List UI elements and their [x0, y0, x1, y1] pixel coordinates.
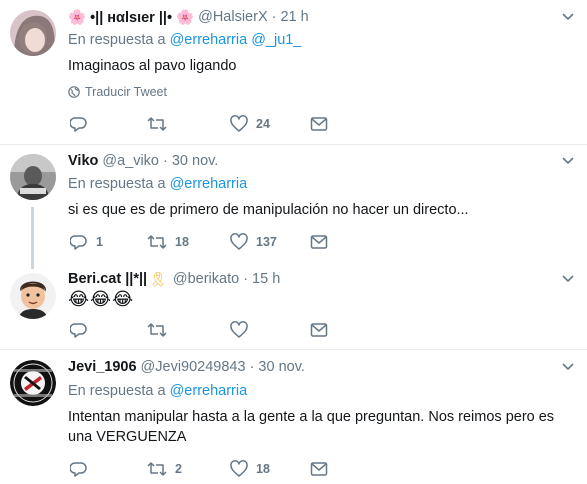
like-count: 24 [256, 117, 270, 131]
display-name[interactable]: 🌸 •|| нαlѕιer ||• 🌸 [68, 9, 194, 26]
reply-user-link[interactable]: @_ju1_ [251, 32, 301, 48]
retweet-button[interactable]: 18 [147, 232, 189, 252]
reply-context: En respuesta a @erreharria @_ju1_ [68, 32, 301, 48]
reply-button[interactable] [70, 320, 96, 340]
like-button[interactable] [230, 320, 256, 340]
translate-tweet-link[interactable]: Traducir Tweet [68, 85, 167, 99]
tweet-1[interactable]: 🌸 •|| нαlѕιer ||• 🌸 @HalsierX · 21 h En … [0, 0, 587, 144]
retweet-icon [147, 117, 167, 131]
user-handle[interactable]: @a_viko [102, 153, 159, 169]
retweet-icon [147, 323, 167, 337]
reply-button[interactable] [70, 459, 96, 479]
reply-icon [70, 117, 87, 132]
reply-count: 1 [96, 235, 103, 249]
tweet-text: Intentan manipular hasta a la gente a la… [68, 409, 555, 445]
like-button[interactable]: 18 [230, 459, 270, 479]
separator-dot: · [163, 153, 168, 169]
reply-button[interactable]: 1 [70, 232, 103, 252]
retweet-count: 2 [175, 462, 182, 476]
tweet-text: Imaginaos al pavo ligando [68, 58, 237, 74]
chevron-down-icon[interactable] [561, 274, 575, 284]
display-name[interactable]: Viko [68, 153, 98, 169]
reply-user-link[interactable]: @erreharria [170, 383, 248, 399]
tweet-header: Jevi_1906 @Jevi90249843 · 30 nov. [68, 357, 305, 377]
retweet-icon [147, 462, 167, 476]
tweet-text: si es que es de primero de manipulación … [68, 202, 469, 218]
tweet-text: 😂😂😂 [68, 289, 135, 309]
reply-user-link[interactable]: @erreharria [170, 32, 248, 48]
tweet-actions [70, 320, 340, 340]
user-handle[interactable]: @HalsierX [198, 9, 268, 25]
avatar[interactable] [10, 360, 56, 406]
user-handle[interactable]: @berikato [173, 271, 239, 287]
retweet-button[interactable] [147, 114, 175, 134]
avatar[interactable] [10, 273, 56, 319]
direct-message-button[interactable] [310, 459, 328, 479]
timestamp[interactable]: 15 h [252, 271, 280, 287]
user-handle[interactable]: @Jevi90249843 [141, 359, 246, 375]
chevron-down-icon[interactable] [561, 12, 575, 22]
reply-icon [70, 462, 87, 477]
timestamp[interactable]: 21 h [280, 9, 308, 25]
tweet-actions: 2 18 [70, 459, 340, 479]
envelope-icon [310, 323, 328, 337]
heart-icon [230, 321, 248, 338]
like-count: 137 [256, 235, 277, 249]
retweet-button[interactable] [147, 320, 175, 340]
reply-button[interactable] [70, 114, 96, 134]
reply-icon [70, 323, 87, 338]
reply-label: En respuesta a [68, 176, 166, 192]
heart-icon [230, 115, 248, 132]
chevron-down-icon[interactable] [561, 362, 575, 372]
direct-message-button[interactable] [310, 114, 328, 134]
retweet-count: 18 [175, 235, 189, 249]
tweet-2[interactable]: Viko @a_viko · 30 nov. En respuesta a @e… [0, 145, 587, 269]
separator-dot: · [271, 9, 277, 25]
display-name[interactable]: Beri.cat ||*|| [68, 271, 147, 287]
heart-icon [230, 460, 248, 477]
avatar[interactable] [10, 154, 56, 200]
timestamp[interactable]: 30 nov. [258, 359, 305, 375]
retweet-icon [147, 235, 167, 249]
tweet-3[interactable]: Beri.cat ||*|| 🎗 @berikato · 15 h 😂😂😂 [0, 263, 587, 349]
tweet-header: Viko @a_viko · 30 nov. [68, 151, 218, 171]
display-name[interactable]: Jevi_1906 [68, 359, 137, 375]
reply-context: En respuesta a @erreharria [68, 176, 247, 192]
tweet-4[interactable]: Jevi_1906 @Jevi90249843 · 30 nov. En res… [0, 350, 587, 484]
tweet-header: 🌸 •|| нαlѕιer ||• 🌸 @HalsierX · 21 h [68, 7, 309, 27]
thread-connector-line [31, 207, 34, 269]
reply-icon [70, 235, 87, 250]
direct-message-button[interactable] [310, 232, 328, 252]
reply-user-link[interactable]: @erreharria [170, 176, 248, 192]
reply-context: En respuesta a @erreharria [68, 383, 247, 399]
direct-message-button[interactable] [310, 320, 328, 340]
avatar[interactable] [10, 10, 56, 56]
separator-dot: · [249, 359, 255, 375]
timestamp[interactable]: 30 nov. [172, 153, 219, 169]
tweet-actions: 24 [70, 114, 340, 134]
reply-label: En respuesta a [68, 383, 166, 399]
retweet-button[interactable]: 2 [147, 459, 182, 479]
like-count: 18 [256, 462, 270, 476]
envelope-icon [310, 462, 328, 476]
globe-icon [68, 86, 80, 98]
translate-label: Traducir Tweet [85, 85, 167, 99]
reply-label: En respuesta a [68, 32, 166, 48]
like-button[interactable]: 137 [230, 232, 277, 252]
heart-icon [230, 233, 248, 250]
envelope-icon [310, 117, 328, 131]
separator-dot: · [243, 271, 249, 287]
envelope-icon [310, 235, 328, 249]
like-button[interactable]: 24 [230, 114, 270, 134]
ribbon-icon: 🎗 [149, 270, 167, 287]
chevron-down-icon[interactable] [561, 156, 575, 166]
tweet-header: Beri.cat ||*|| 🎗 @berikato · 15 h [68, 269, 280, 289]
tweet-actions: 1 18 137 [70, 232, 340, 252]
